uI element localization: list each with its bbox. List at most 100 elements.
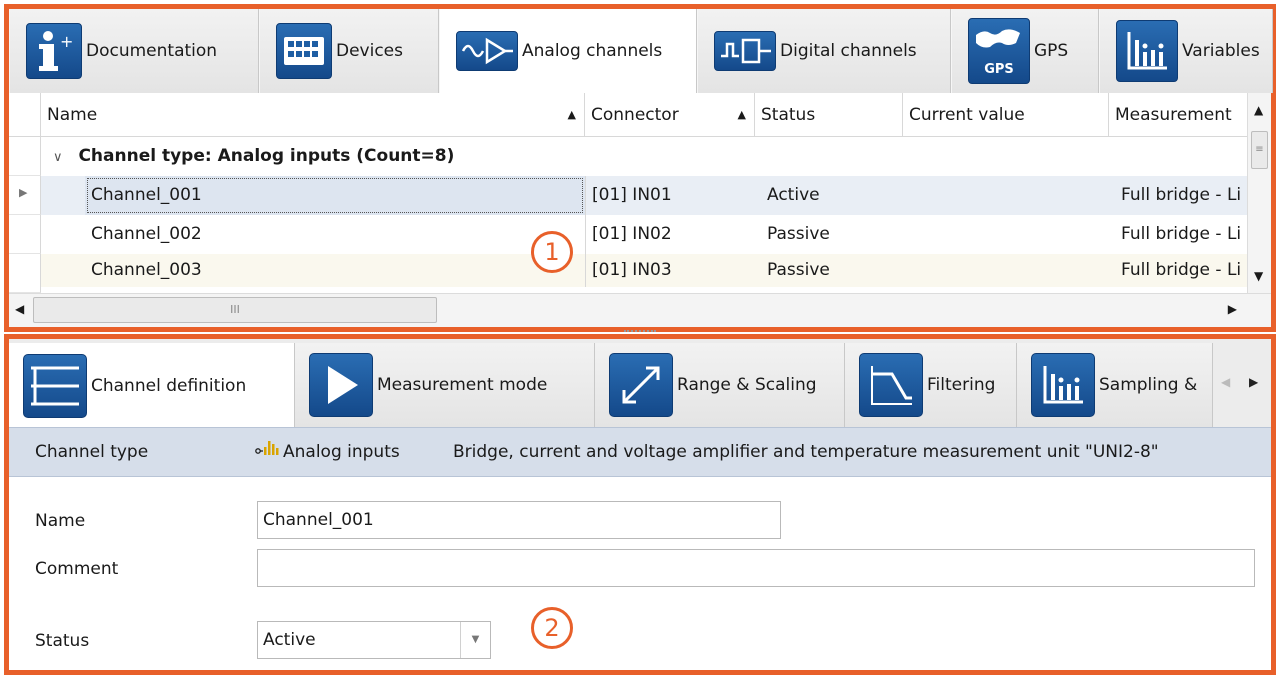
scroll-left-icon[interactable]: ◀: [15, 302, 24, 316]
tab-channel-definition-label: Channel definition: [91, 376, 247, 396]
table-row[interactable]: Channel_002 [01] IN02 Passive Full bridg…: [41, 215, 1247, 254]
gps-icon: GPS: [968, 18, 1030, 84]
cell-connector[interactable]: [01] IN01: [585, 176, 755, 215]
analog-channels-icon: [456, 31, 518, 71]
cell-connector[interactable]: [01] IN02: [585, 215, 755, 254]
status-field-label: Status: [35, 631, 90, 651]
info-icon: +: [26, 23, 82, 79]
row-indicator[interactable]: ▶: [9, 176, 41, 215]
chevron-down-icon[interactable]: ▼: [460, 622, 490, 658]
filtering-icon: [859, 353, 923, 417]
scroll-right-icon[interactable]: ▶: [1228, 302, 1237, 316]
vertical-scrollbar[interactable]: ▲ ≡ ▼: [1247, 93, 1271, 293]
column-header-measurement[interactable]: Measurement: [1109, 93, 1247, 137]
scroll-grip: III: [230, 303, 240, 316]
tab-gps[interactable]: GPS GPS: [951, 9, 1099, 93]
gps-icon-text: GPS: [984, 62, 1014, 77]
cell-measurement[interactable]: Full bridge - Li: [1115, 254, 1255, 287]
scroll-up-icon[interactable]: ▲: [1254, 103, 1263, 117]
cell-measurement[interactable]: Full bridge - Li: [1115, 215, 1255, 254]
cell-connector[interactable]: [01] IN03: [585, 254, 755, 287]
horizontal-scroll-thumb[interactable]: III: [33, 297, 437, 323]
tab-channel-definition[interactable]: Channel definition: [9, 343, 295, 429]
channel-type-label: Channel type: [35, 442, 149, 462]
tab-filtering[interactable]: Filtering: [845, 343, 1017, 427]
cell-name[interactable]: Channel_002: [85, 215, 585, 254]
tab-scroll-left-icon[interactable]: ◀: [1221, 375, 1230, 389]
table-row[interactable]: Channel_001 [01] IN01 Active Full bridge…: [41, 176, 1247, 215]
row-indicator[interactable]: [9, 215, 41, 254]
status-select[interactable]: Active ▼: [257, 621, 491, 659]
cell-current-value[interactable]: [909, 215, 1115, 254]
column-header-name[interactable]: Name ▲: [41, 93, 585, 137]
tab-devices[interactable]: Devices: [259, 9, 439, 93]
comment-field[interactable]: [257, 549, 1255, 587]
sampling-icon: [1031, 353, 1095, 417]
svg-text:+: +: [60, 32, 73, 51]
row-header-corner: [9, 93, 41, 137]
tab-sampling-label: Sampling &: [1099, 375, 1198, 395]
group-row-label: Channel type: Analog inputs (Count=8): [78, 146, 455, 166]
name-field-value: Channel_001: [263, 510, 374, 530]
analog-inputs-icon: [255, 428, 279, 476]
tab-digital-channels-label: Digital channels: [780, 41, 917, 61]
tab-sampling[interactable]: Sampling &: [1017, 343, 1213, 427]
vertical-scroll-thumb[interactable]: ≡: [1251, 131, 1268, 169]
cell-status[interactable]: Active: [761, 176, 909, 215]
tab-digital-channels[interactable]: Digital channels: [697, 9, 951, 93]
chevron-down-icon[interactable]: ∨: [53, 150, 63, 165]
cell-status[interactable]: Passive: [761, 254, 909, 287]
name-field[interactable]: Channel_001: [257, 501, 781, 539]
bottom-tab-strip: Channel definition Measurement mode Rang…: [9, 339, 1271, 429]
tab-measurement-mode[interactable]: Measurement mode: [295, 343, 595, 427]
tab-documentation[interactable]: + Documentation: [9, 9, 259, 93]
column-header-status[interactable]: Status: [755, 93, 903, 137]
column-header-current-value[interactable]: Current value: [903, 93, 1109, 137]
digital-channels-icon: [714, 31, 776, 71]
column-header-connector-label: Connector: [591, 105, 679, 125]
scroll-down-icon[interactable]: ▼: [1254, 269, 1263, 283]
devices-icon: [276, 23, 332, 79]
row-indicator[interactable]: [9, 254, 41, 293]
tab-gps-label: GPS: [1034, 41, 1069, 61]
cell-measurement[interactable]: Full bridge - Li: [1115, 176, 1255, 215]
tab-range-scaling[interactable]: Range & Scaling: [595, 343, 845, 427]
splitter-grip[interactable]: [624, 330, 656, 334]
column-header-current-value-label: Current value: [909, 105, 1025, 125]
tab-variables[interactable]: Variables: [1099, 9, 1273, 93]
cell-name[interactable]: Channel_003: [85, 254, 585, 287]
tab-measurement-mode-label: Measurement mode: [377, 375, 548, 395]
group-row[interactable]: ∨ Channel type: Analog inputs (Count=8): [41, 137, 1247, 176]
variables-icon: [1116, 20, 1178, 82]
channel-type-bar: Channel type Analog inputs Bridge, curre…: [9, 427, 1271, 477]
channel-type-description: Bridge, current and voltage amplifier an…: [453, 442, 1159, 462]
current-row-arrow-icon: ▶: [19, 186, 28, 199]
tab-analog-channels[interactable]: Analog channels: [439, 9, 697, 94]
top-tab-strip: + Documentation Devices Analog channels …: [9, 9, 1273, 94]
cell-current-value[interactable]: [909, 254, 1115, 287]
tab-range-scaling-label: Range & Scaling: [677, 375, 817, 395]
channel-type-value: Analog inputs: [283, 442, 400, 462]
column-header-status-label: Status: [761, 105, 816, 125]
cell-name[interactable]: Channel_001: [85, 176, 585, 215]
tab-variables-label: Variables: [1182, 41, 1260, 61]
horizontal-scrollbar[interactable]: ◀ III ▶: [9, 293, 1271, 327]
callout-2: 2: [531, 607, 573, 649]
row-indicator: [9, 137, 41, 176]
sort-ascending-icon: ▲: [737, 108, 746, 121]
channel-grid: Name ▲ Connector ▲ Status Current value …: [9, 93, 1271, 293]
sort-ascending-icon: ▲: [567, 108, 576, 121]
column-header-measurement-label: Measurement: [1115, 105, 1232, 125]
range-scaling-icon: [609, 353, 673, 417]
table-row[interactable]: Channel_003 [01] IN03 Passive Full bridg…: [41, 254, 1247, 287]
cell-current-value[interactable]: [909, 176, 1115, 215]
name-field-label: Name: [35, 511, 86, 531]
tab-devices-label: Devices: [336, 41, 403, 61]
column-header-name-label: Name: [47, 105, 98, 125]
column-header-connector[interactable]: Connector ▲: [585, 93, 755, 137]
tab-scroll-right-icon[interactable]: ▶: [1249, 375, 1258, 389]
measurement-mode-icon: [309, 353, 373, 417]
cell-status[interactable]: Passive: [761, 215, 909, 254]
tab-filtering-label: Filtering: [927, 375, 996, 395]
callout-1: 1: [531, 231, 573, 273]
